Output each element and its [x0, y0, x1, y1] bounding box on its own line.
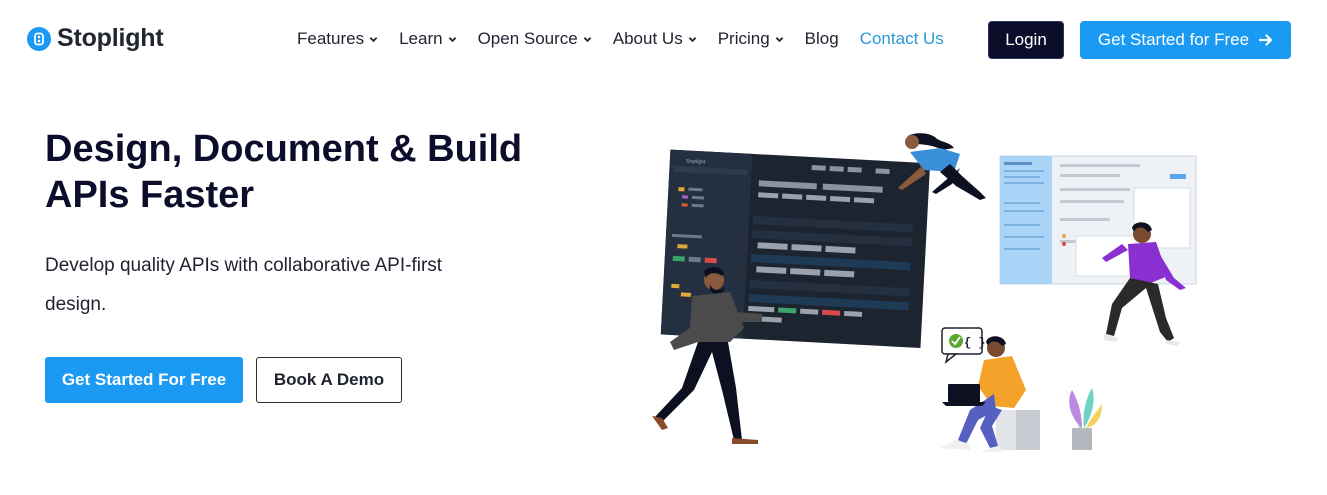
cta-label: Get Started for Free: [1097, 30, 1250, 49]
nav-open-source[interactable]: Open Source: [478, 29, 592, 49]
book-demo-button[interactable]: Book A Demo: [256, 357, 402, 403]
nav-learn[interactable]: Learn: [399, 29, 456, 49]
speech-bubble-icon: { }: [941, 327, 986, 364]
nav-label: Blog: [804, 29, 839, 48]
get-started-button[interactable]: Get Started For Free: [45, 357, 243, 403]
hero-title-line2: APIs Faster: [45, 174, 255, 216]
app-logo-text: Stoplight: [686, 158, 706, 165]
get-started-header-button[interactable]: Get Started for Free: [1080, 21, 1291, 59]
light-app-window: [999, 155, 1197, 285]
nav-label: Learn: [399, 29, 443, 48]
chevron-down-icon: [448, 36, 456, 42]
logo[interactable]: Stoplight: [27, 24, 164, 53]
nav-label: Contact Us: [859, 29, 944, 48]
nav-label: Open Source: [477, 29, 578, 48]
nav-blog[interactable]: Blog: [805, 29, 839, 49]
logo-text: Stoplight: [57, 24, 164, 52]
hero-title: Design, Document & Build APIs Faster: [45, 126, 545, 218]
nav-pricing[interactable]: Pricing: [718, 29, 784, 49]
hero-illustration: Stoplight {}: [652, 133, 1197, 452]
stoplight-logo-icon: [27, 26, 51, 51]
chevron-down-icon: [583, 36, 592, 42]
nav-label: About Us: [612, 29, 683, 48]
chevron-down-icon: [688, 36, 696, 42]
chevron-down-icon: [369, 36, 378, 42]
nav-features[interactable]: Features: [297, 29, 378, 49]
nav-label: Pricing: [717, 29, 770, 48]
chevron-down-icon: [775, 36, 783, 42]
nav-about-us[interactable]: About Us: [613, 29, 697, 49]
login-button[interactable]: Login: [988, 21, 1064, 59]
plant-icon: [1069, 388, 1102, 450]
hero-subtitle: Develop quality APIs with collaborative …: [45, 255, 443, 315]
main-nav: Features Learn Open Source About Us Pric…: [297, 29, 965, 49]
nav-label: Features: [297, 29, 365, 48]
nav-contact-us[interactable]: Contact Us: [860, 29, 944, 49]
hero-title-line1: Design, Document & Build: [45, 128, 523, 170]
speech-bubble-text: { }: [964, 336, 986, 350]
site-header: Stoplight Features Learn Open Source Abo…: [0, 0, 1327, 80]
arrow-right-icon: [1259, 34, 1273, 46]
